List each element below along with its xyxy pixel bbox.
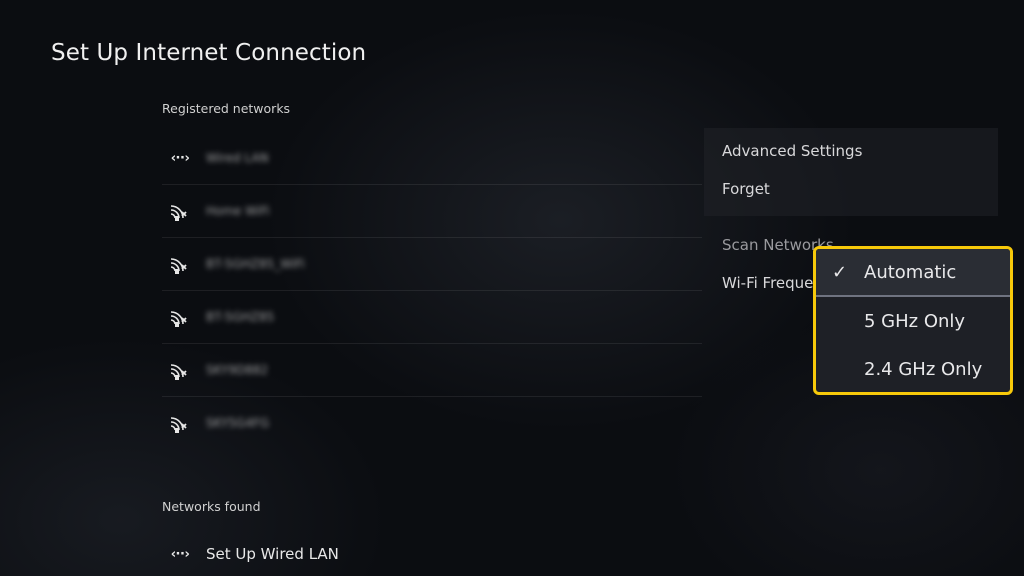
network-row[interactable]: Home WiFi (162, 185, 702, 238)
registered-networks-label: Registered networks (162, 101, 291, 116)
wifi-locked-icon (162, 303, 198, 331)
frequency-option-automatic[interactable]: ✓ Automatic (816, 249, 1010, 297)
wifi-frequency-dropdown: ✓ Automatic 5 GHz Only 2.4 GHz Only (813, 246, 1013, 395)
wifi-locked-icon (162, 197, 198, 225)
networks-found-label: Networks found (162, 499, 261, 514)
network-row-lan[interactable]: ‹··› Wired LAN (162, 132, 702, 185)
network-row[interactable]: SKY9D882 (162, 344, 702, 397)
advanced-settings-option[interactable]: Advanced Settings (722, 142, 862, 160)
frequency-option-label: Automatic (864, 261, 957, 283)
screen: Set Up Internet Connection Registered ne… (0, 0, 1024, 576)
network-name: Home WiFi (206, 204, 270, 218)
network-name: BT-5GHZ85_WiFi (206, 257, 305, 271)
network-row[interactable]: SKY5G4FG (162, 397, 702, 449)
network-row[interactable]: BT-5GHZ85 (162, 291, 702, 344)
network-name: BT-5GHZ85 (206, 310, 275, 324)
checkmark-icon: ✓ (832, 262, 848, 283)
wifi-locked-icon (162, 356, 198, 384)
registered-networks-list: ‹··› Wired LAN Home WiFi BT-5GHZ85_WiFi … (162, 132, 702, 449)
network-name: SKY5G4FG (206, 416, 270, 430)
wifi-locked-icon (162, 250, 198, 278)
setup-wired-lan-button[interactable]: ‹··› Set Up Wired LAN (162, 540, 339, 568)
wifi-frequency-option[interactable]: Wi-Fi Freque (722, 274, 813, 292)
frequency-option-label: 2.4 GHz Only (864, 358, 983, 380)
frequency-option-label: 5 GHz Only (864, 310, 966, 332)
lan-icon: ‹··› (170, 150, 190, 166)
forget-option[interactable]: Forget (722, 180, 770, 198)
setup-wired-lan-label: Set Up Wired LAN (206, 545, 339, 563)
frequency-option-5ghz[interactable]: 5 GHz Only (816, 297, 1010, 345)
frequency-option-2-4ghz[interactable]: 2.4 GHz Only (816, 345, 1010, 392)
network-name: Wired LAN (206, 151, 269, 165)
lan-icon: ‹··› (170, 546, 190, 562)
page-title: Set Up Internet Connection (51, 40, 367, 66)
network-name: SKY9D882 (206, 363, 269, 377)
wifi-locked-icon (162, 409, 198, 437)
network-row[interactable]: BT-5GHZ85_WiFi (162, 238, 702, 291)
